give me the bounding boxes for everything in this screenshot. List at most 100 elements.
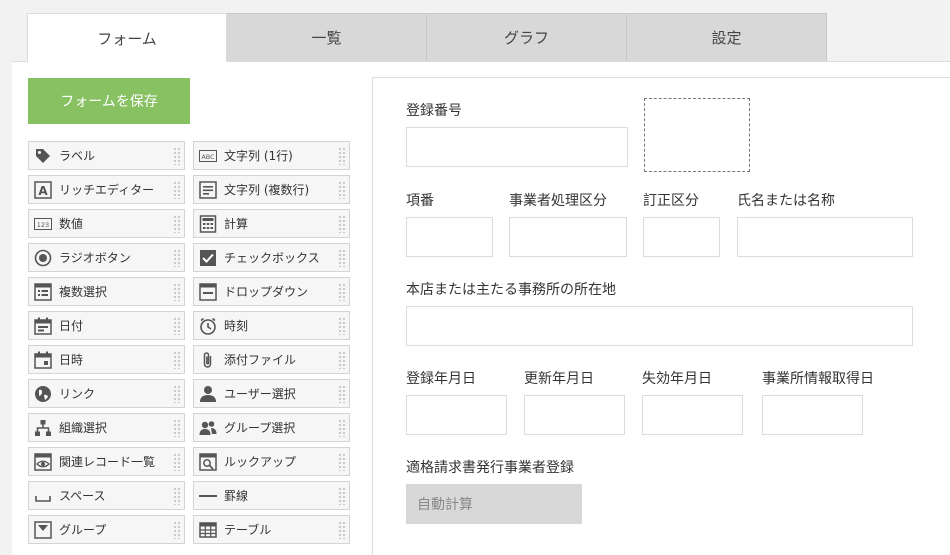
palette-item-text: スペース xyxy=(59,489,106,503)
palette-item-rich-editor[interactable]: A リッチエディター xyxy=(28,175,185,204)
drag-handle-icon[interactable] xyxy=(338,385,346,403)
palette-item-multi-line-text[interactable]: 文字列 (複数行) xyxy=(193,175,350,204)
palette-item-text: 組織選択 xyxy=(59,421,108,435)
tab-label: 一覧 xyxy=(311,29,342,47)
field-label-registration-number: 登録番号 xyxy=(406,103,462,119)
clock-icon xyxy=(199,317,217,335)
svg-text:123: 123 xyxy=(37,221,49,229)
auto-calc-text: 自動計算 xyxy=(417,497,473,513)
registration-date-field[interactable] xyxy=(406,395,507,435)
blank-space-placeholder[interactable] xyxy=(644,98,750,172)
tab-settings[interactable]: 設定 xyxy=(627,13,827,61)
abc-icon: ABC xyxy=(199,147,217,165)
svg-text:ABC: ABC xyxy=(201,153,215,161)
correction-category-field[interactable] xyxy=(643,217,720,257)
tab-list[interactable]: 一覧 xyxy=(227,13,427,61)
registration-number-field[interactable] xyxy=(406,127,628,167)
item-number-field[interactable] xyxy=(406,217,493,257)
group-icon xyxy=(34,520,52,539)
expiry-date-field[interactable] xyxy=(642,395,743,435)
table-icon xyxy=(199,521,217,539)
palette-item-border[interactable]: 罫線 xyxy=(193,481,350,510)
drag-handle-icon[interactable] xyxy=(338,181,346,199)
palette-item-single-line-text[interactable]: ABC 文字列 (1行) xyxy=(193,141,350,170)
palette-item-calculation[interactable]: 計算 xyxy=(193,209,350,238)
palette-item-attachment[interactable]: 添付ファイル xyxy=(193,345,350,374)
palette-item-related-records[interactable]: 関連レコード一覧 xyxy=(28,447,185,476)
field-palette: ラベル ABC 文字列 (1行) A リッチエディター 文字列 (複数行) 12… xyxy=(28,141,350,544)
checkbox-icon xyxy=(199,249,217,267)
palette-item-text: 文字列 (複数行) xyxy=(224,183,310,197)
palette-item-date[interactable]: 日付 xyxy=(28,311,185,340)
drag-handle-icon[interactable] xyxy=(173,283,181,301)
tab-label: 設定 xyxy=(711,29,742,47)
invoice-registration-calculated-field[interactable]: 自動計算 xyxy=(406,484,582,524)
drag-handle-icon[interactable] xyxy=(173,215,181,233)
palette-item-time[interactable]: 時刻 xyxy=(193,311,350,340)
tab-bar: フォーム 一覧 グラフ 設定 xyxy=(27,13,827,62)
related-records-icon xyxy=(34,452,52,471)
palette-item-organization-select[interactable]: 組織選択 xyxy=(28,413,185,442)
field-label-registration-date: 登録年月日 xyxy=(406,371,476,387)
palette-item-text: 添付ファイル xyxy=(224,353,297,367)
drag-handle-icon[interactable] xyxy=(173,419,181,437)
palette-item-radio-button[interactable]: ラジオボタン xyxy=(28,243,185,272)
drag-handle-icon[interactable] xyxy=(173,317,181,335)
palette-item-datetime[interactable]: 日時 xyxy=(28,345,185,374)
drag-handle-icon[interactable] xyxy=(338,419,346,437)
save-form-button[interactable]: フォームを保存 xyxy=(28,78,190,124)
palette-item-group[interactable]: グループ xyxy=(28,515,185,544)
calculator-icon xyxy=(199,214,217,233)
drag-handle-icon[interactable] xyxy=(173,147,181,165)
palette-item-checkbox[interactable]: チェックボックス xyxy=(193,243,350,272)
field-label-acquisition-date: 事業所情報取得日 xyxy=(762,371,874,387)
field-label-address: 本店または主たる事務所の所在地 xyxy=(406,282,616,298)
palette-item-dropdown[interactable]: ドロップダウン xyxy=(193,277,350,306)
lookup-icon xyxy=(199,452,217,471)
drag-handle-icon[interactable] xyxy=(338,283,346,301)
drag-handle-icon[interactable] xyxy=(173,249,181,267)
palette-item-text: 日付 xyxy=(59,319,84,333)
tab-label: グラフ xyxy=(503,29,549,47)
drag-handle-icon[interactable] xyxy=(173,453,181,471)
field-label-correction-category: 訂正区分 xyxy=(643,193,699,209)
palette-item-user-select[interactable]: ユーザー選択 xyxy=(193,379,350,408)
palette-item-lookup[interactable]: ルックアップ xyxy=(193,447,350,476)
palette-item-text: テーブル xyxy=(224,523,272,537)
drag-handle-icon[interactable] xyxy=(338,249,346,267)
drag-handle-icon[interactable] xyxy=(338,317,346,335)
palette-item-group-select[interactable]: グループ選択 xyxy=(193,413,350,442)
drag-handle-icon[interactable] xyxy=(338,453,346,471)
address-field[interactable] xyxy=(406,306,913,346)
palette-item-text: 文字列 (1行) xyxy=(224,149,293,163)
drag-handle-icon[interactable] xyxy=(173,385,181,403)
palette-item-space[interactable]: スペース xyxy=(28,481,185,510)
datetime-icon xyxy=(34,351,52,369)
palette-item-text: ルックアップ xyxy=(224,455,297,469)
palette-item-label[interactable]: ラベル xyxy=(28,141,185,170)
palette-item-multi-select[interactable]: 複数選択 xyxy=(28,277,185,306)
business-category-field[interactable] xyxy=(509,217,627,257)
tab-form[interactable]: フォーム xyxy=(27,13,227,62)
drag-handle-icon[interactable] xyxy=(173,487,181,505)
palette-item-number[interactable]: 123 数値 xyxy=(28,209,185,238)
drag-handle-icon[interactable] xyxy=(338,521,346,539)
drag-handle-icon[interactable] xyxy=(173,181,181,199)
update-date-field[interactable] xyxy=(524,395,625,435)
drag-handle-icon[interactable] xyxy=(173,521,181,539)
palette-item-table[interactable]: テーブル xyxy=(193,515,350,544)
palette-item-text: グループ xyxy=(59,523,107,537)
name-field[interactable] xyxy=(737,217,913,257)
drag-handle-icon[interactable] xyxy=(338,215,346,233)
drag-handle-icon[interactable] xyxy=(338,487,346,505)
palette-item-link[interactable]: リンク xyxy=(28,379,185,408)
drag-handle-icon[interactable] xyxy=(173,351,181,369)
acquisition-date-field[interactable] xyxy=(762,395,863,435)
number-icon: 123 xyxy=(34,215,52,233)
tab-graph[interactable]: グラフ xyxy=(427,13,627,61)
drag-handle-icon[interactable] xyxy=(338,351,346,369)
palette-item-text: 関連レコード一覧 xyxy=(59,455,156,469)
palette-item-text: ユーザー選択 xyxy=(224,387,296,401)
drag-handle-icon[interactable] xyxy=(338,147,346,165)
svg-text:A: A xyxy=(38,184,48,198)
